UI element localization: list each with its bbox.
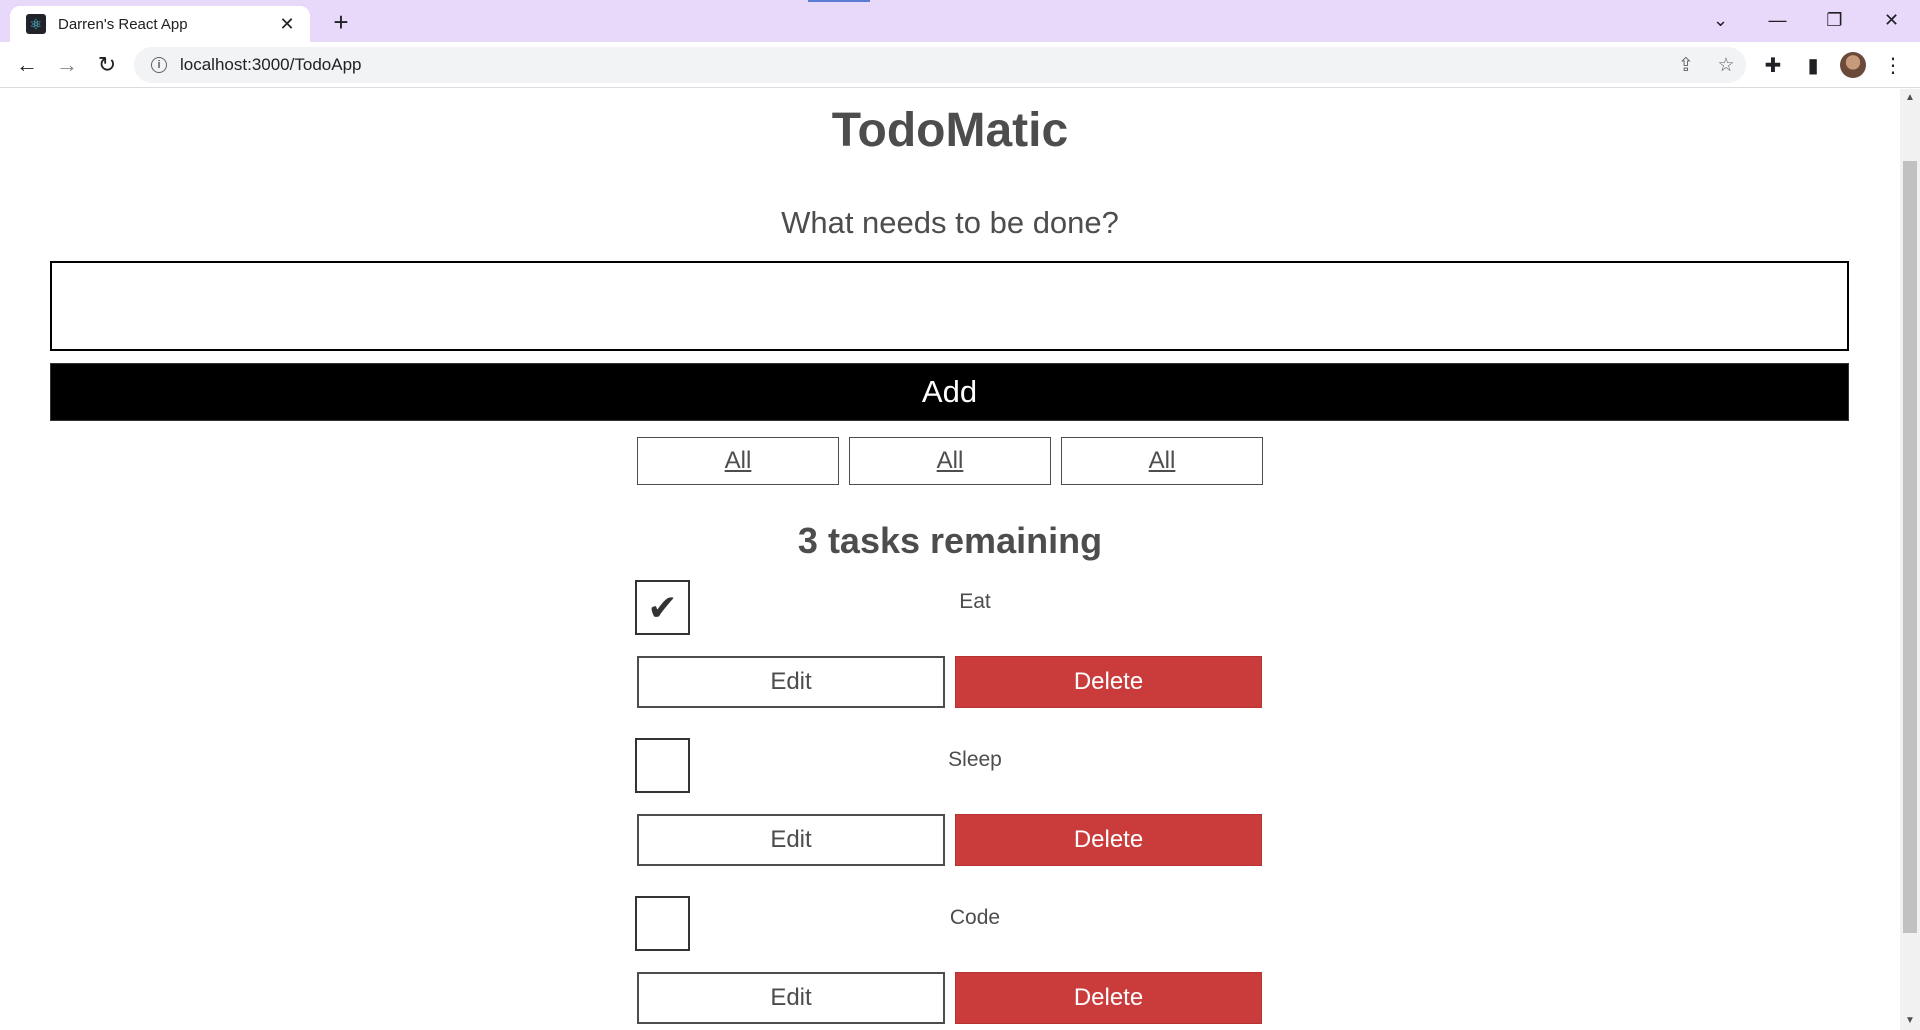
edit-button[interactable]: Edit (637, 656, 945, 708)
extensions-icon[interactable]: ✚ (1756, 50, 1790, 80)
browser-tab[interactable]: ⚛ Darren's React App ✕ (10, 6, 310, 42)
close-tab-icon[interactable]: ✕ (276, 14, 298, 35)
delete-button[interactable]: Delete (955, 972, 1262, 1024)
tab-title: Darren's React App (58, 15, 188, 33)
menu-kebab-icon[interactable]: ⋮ (1876, 50, 1910, 80)
new-todo-prompt: What needs to be done? (781, 205, 1119, 240)
filter-all-button[interactable]: All (849, 437, 1051, 485)
todo-label[interactable]: Eat (635, 590, 1315, 614)
new-todo-input[interactable] (50, 261, 1849, 351)
tab-strip-indicator (808, 0, 870, 2)
app-title: TodoMatic (831, 104, 1069, 157)
scroll-down-icon[interactable]: ▼ (1900, 1012, 1920, 1030)
edit-button[interactable]: Edit (637, 972, 945, 1024)
side-panel-icon[interactable]: ▮ (1796, 50, 1830, 80)
profile-avatar[interactable] (1836, 50, 1870, 80)
site-info-icon[interactable]: i (151, 57, 167, 73)
filter-all-button[interactable]: All (1061, 437, 1263, 485)
delete-button[interactable]: Delete (955, 814, 1262, 866)
scroll-up-icon[interactable]: ▲ (1900, 89, 1920, 107)
back-icon[interactable]: ← (12, 50, 42, 80)
edit-button[interactable]: Edit (637, 814, 945, 866)
tab-search-icon[interactable]: ⌄ (1692, 0, 1749, 40)
forward-icon[interactable]: → (52, 50, 82, 80)
minimize-icon[interactable]: — (1749, 0, 1806, 40)
todo-label[interactable]: Sleep (635, 748, 1315, 772)
close-window-icon[interactable]: ✕ (1863, 0, 1920, 40)
react-icon: ⚛ (26, 14, 46, 34)
add-button[interactable]: Add (50, 363, 1849, 421)
tasks-remaining-heading: 3 tasks remaining (797, 520, 1103, 561)
address-bar[interactable]: i localhost:3000/TodoApp ⇪ ☆ (134, 47, 1746, 83)
avatar (1840, 52, 1866, 78)
scrollbar-thumb[interactable] (1903, 161, 1917, 933)
filter-all-button[interactable]: All (637, 437, 839, 485)
page-scrollbar[interactable]: ▲ ▼ (1900, 89, 1920, 1030)
reload-icon[interactable]: ↻ (92, 50, 122, 80)
bookmark-star-icon[interactable]: ☆ (1706, 54, 1746, 77)
url-text[interactable]: localhost:3000/TodoApp (180, 55, 1666, 75)
share-icon[interactable]: ⇪ (1666, 54, 1706, 77)
filter-group: All All All (637, 437, 1263, 485)
todo-label[interactable]: Code (635, 906, 1315, 930)
delete-button[interactable]: Delete (955, 656, 1262, 708)
new-tab-button[interactable]: + (326, 8, 356, 38)
window-controls: ⌄ — ❐ ✕ (1692, 0, 1920, 40)
browser-titlebar: ⚛ Darren's React App ✕ + ⌄ — ❐ ✕ (0, 0, 1920, 42)
browser-toolbar: ← → ↻ i localhost:3000/TodoApp ⇪ ☆ ✚ ▮ ⋮ (0, 42, 1920, 88)
restore-icon[interactable]: ❐ (1806, 0, 1863, 40)
